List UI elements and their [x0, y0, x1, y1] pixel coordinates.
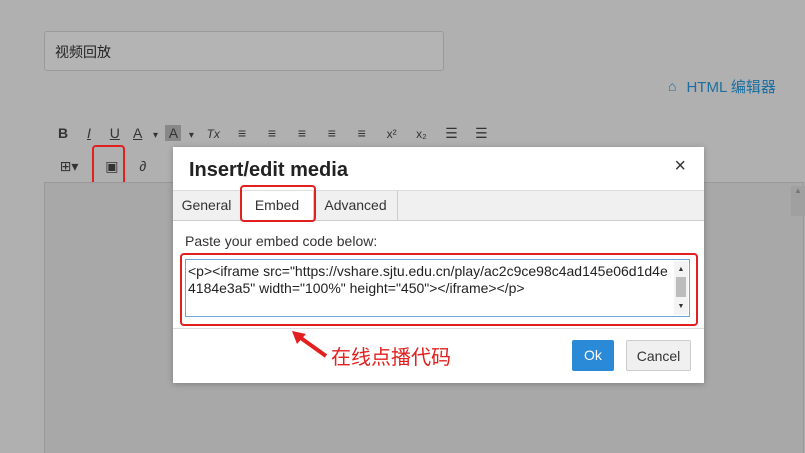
numbered-list-button[interactable]: ☰	[468, 125, 494, 142]
bullet-list-button[interactable]: ☰	[438, 125, 464, 142]
link-button[interactable]: ∂	[132, 158, 154, 174]
underline-button[interactable]: U	[104, 125, 126, 141]
dialog-footer-divider	[173, 328, 704, 329]
html-editor-label: HTML 编辑器	[686, 78, 776, 96]
clear-format-button[interactable]: Tx	[201, 127, 225, 141]
ok-button[interactable]: Ok	[572, 340, 614, 371]
embed-instruction: Paste your embed code below:	[185, 233, 378, 249]
align-right-button[interactable]: ≡	[289, 125, 315, 141]
dialog-title: Insert/edit media	[189, 159, 348, 181]
tab-general[interactable]: General	[173, 191, 241, 220]
html-editor-icon: ⌂	[668, 78, 677, 94]
close-icon[interactable]: ×	[674, 155, 686, 178]
cancel-button[interactable]: Cancel	[626, 340, 691, 371]
title-input[interactable]: 视频回放	[44, 31, 444, 71]
editor-scrollbar[interactable]: ▲	[791, 186, 805, 216]
annotation-arrow-icon	[292, 331, 328, 358]
superscript-button[interactable]: x²	[379, 127, 405, 141]
align-left-button[interactable]: ≡	[229, 125, 255, 141]
bold-button[interactable]: B	[52, 125, 74, 141]
indent-decrease-button[interactable]: ≡	[319, 125, 345, 141]
embed-tab-highlight	[240, 185, 316, 222]
indent-increase-button[interactable]: ≡	[349, 125, 375, 141]
editor-toolbar-row1: B I U A ▾ A ▾ Tx ≡ ≡ ≡ ≡ ≡ x² x₂ ☰ ☰	[52, 125, 494, 142]
background-color-button[interactable]: A	[165, 125, 182, 141]
table-button[interactable]: ⊞▾	[52, 158, 86, 175]
annotation-text: 在线点播代码	[331, 347, 451, 369]
embed-code-highlight	[180, 253, 698, 326]
subscript-button[interactable]: x₂	[408, 127, 434, 141]
tab-advanced[interactable]: Advanced	[314, 191, 398, 220]
italic-button[interactable]: I	[78, 125, 100, 141]
font-color-button[interactable]: A	[130, 125, 146, 141]
html-editor-link[interactable]: ⌂ HTML 编辑器	[668, 76, 776, 96]
background-color-dropdown[interactable]: ▾	[185, 130, 197, 141]
font-color-dropdown[interactable]: ▾	[150, 130, 162, 141]
align-center-button[interactable]: ≡	[259, 125, 285, 141]
